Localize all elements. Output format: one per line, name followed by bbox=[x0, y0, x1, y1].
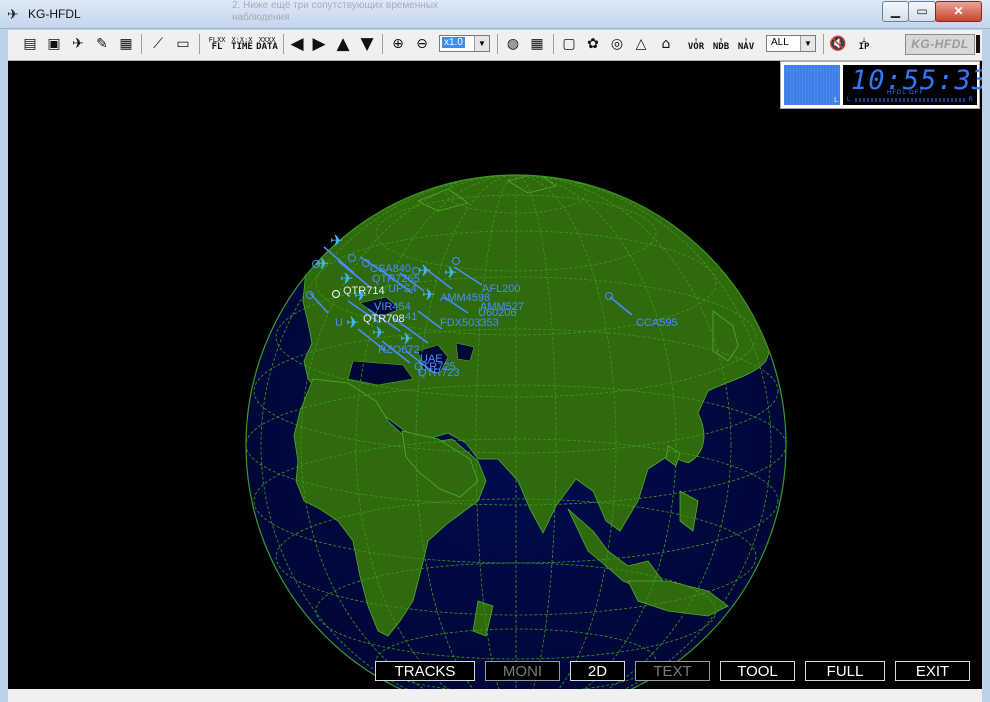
clock-display: 10:55:33 HFDL OFF L R bbox=[843, 65, 982, 105]
aircraft-icon[interactable]: ✈ bbox=[418, 261, 431, 281]
radio-icon[interactable]: ▭ bbox=[172, 33, 194, 55]
aircraft-icon[interactable]: ✈ bbox=[372, 323, 385, 343]
aircraft-label[interactable]: RZO672 bbox=[378, 344, 420, 356]
brand-logo: KG-HFDL bbox=[905, 34, 975, 55]
mute-icon[interactable]: 🔇 bbox=[828, 33, 848, 55]
hfdl-ground-station[interactable] bbox=[362, 259, 370, 267]
title-bar[interactable]: ✈ KG-HFDL 2. Ниже ещё три сопутствующих … bbox=[0, 0, 990, 29]
stations-icon[interactable]: ✿ bbox=[583, 33, 603, 55]
pan-down-icon[interactable]: ▼ bbox=[357, 33, 377, 55]
ndb-toggle[interactable]: ↑ NDB bbox=[710, 33, 732, 55]
chevron-down-icon: ▼ bbox=[800, 36, 815, 51]
toolbar-separator bbox=[382, 34, 383, 54]
zoom-in-icon[interactable]: ⊕ bbox=[388, 33, 408, 55]
aircraft-label[interactable]: QTR714 bbox=[343, 285, 385, 297]
globe-map[interactable] bbox=[8, 61, 982, 689]
hfdl-ground-station[interactable] bbox=[348, 254, 356, 262]
aircraft-label[interactable]: U bbox=[335, 317, 343, 329]
window-icon[interactable]: ▣ bbox=[44, 33, 64, 55]
minimize-button[interactable]: ▁ bbox=[882, 1, 909, 22]
aircraft-label[interactable]: CSA840 bbox=[370, 263, 411, 275]
full-button[interactable]: FULL bbox=[805, 661, 885, 681]
status-panel: L 10:55:33 HFDL OFF L R bbox=[780, 61, 982, 109]
toolbar-separator bbox=[141, 34, 142, 54]
2d-button[interactable]: 2D bbox=[570, 661, 625, 681]
aircraft-label[interactable]: FDX503353 bbox=[440, 317, 499, 329]
pan-right-icon[interactable]: ▶ bbox=[309, 33, 329, 55]
globe-icon[interactable]: ◍ bbox=[503, 33, 523, 55]
toolbar-separator bbox=[823, 34, 824, 54]
aircraft-label[interactable]: QTR723 bbox=[418, 367, 460, 379]
nav-toggle[interactable]: ↑ NAV bbox=[735, 33, 757, 55]
aircraft-label[interactable]: 41 bbox=[405, 311, 417, 323]
globe-viewport[interactable]: ✈ ✈ ✈ ✈ ✈ ✈ ✈ ✈ ✈ ✈ AFL200 AMM4598 AMM52… bbox=[8, 61, 982, 689]
filter-select[interactable]: ALL ▼ bbox=[766, 35, 816, 52]
time-toggle[interactable]: X:X:X TIME bbox=[230, 33, 254, 55]
aircraft-icon[interactable]: ✈ bbox=[330, 231, 343, 251]
aircraft-settings-icon[interactable]: ✈ bbox=[68, 33, 88, 55]
hfdl-ground-station[interactable] bbox=[306, 291, 314, 299]
brand-bar bbox=[976, 35, 980, 53]
aircraft-label[interactable]: QTR708 bbox=[363, 313, 405, 325]
exit-button[interactable]: EXIT bbox=[895, 661, 970, 681]
outline-icon[interactable]: ▢ bbox=[559, 33, 579, 55]
list-view-icon[interactable]: ▤ bbox=[20, 33, 40, 55]
aircraft-icon[interactable]: ✈ bbox=[422, 285, 435, 305]
edit-icon[interactable]: ✎ bbox=[92, 33, 112, 55]
text-button[interactable]: TEXT bbox=[635, 661, 710, 681]
zoom-select[interactable]: x1.0 ▼ bbox=[439, 35, 490, 52]
target-icon[interactable]: ◎ bbox=[607, 33, 627, 55]
clock-status: HFDL OFF bbox=[887, 90, 925, 96]
route-icon[interactable]: ⟋ bbox=[148, 33, 168, 55]
toolbar-separator bbox=[199, 34, 200, 54]
window-title: KG-HFDL bbox=[28, 7, 81, 21]
maximize-button[interactable]: ▭ bbox=[908, 1, 936, 22]
toolbar: ▤ ▣ ✈ ✎ ▦ ⟋ ▭ FLXX FL X:X:X TIME XXXX DATA … bbox=[8, 30, 982, 61]
aircraft-icon[interactable]: ✈ bbox=[346, 313, 359, 333]
chevron-down-icon: ▼ bbox=[474, 36, 489, 51]
vor-toggle[interactable]: ↑ VOR bbox=[685, 33, 707, 55]
tracks-button[interactable]: TRACKS bbox=[375, 661, 475, 681]
app-window: ✈ KG-HFDL 2. Ниже ещё три сопутствующих … bbox=[0, 0, 990, 702]
airplane-app-icon: ✈ bbox=[7, 6, 19, 22]
close-button[interactable]: ✕ bbox=[935, 1, 982, 22]
moni-button[interactable]: MONI bbox=[485, 661, 560, 681]
airport-icon[interactable]: ⌂ bbox=[655, 33, 677, 55]
aircraft-icon[interactable]: ✈ bbox=[316, 254, 329, 274]
monitor-icon[interactable]: ▦ bbox=[116, 33, 136, 55]
hfdl-ground-station[interactable] bbox=[332, 290, 340, 298]
toolbar-separator bbox=[553, 34, 554, 54]
aircraft-icon[interactable]: ✈ bbox=[444, 263, 457, 283]
data-toggle[interactable]: XXXX DATA bbox=[255, 33, 279, 55]
grid-icon[interactable]: ▦ bbox=[527, 33, 547, 55]
toolbar-separator bbox=[283, 34, 284, 54]
hfdl-ground-station[interactable] bbox=[605, 292, 613, 300]
flight-level-toggle[interactable]: FLXX FL bbox=[205, 33, 229, 55]
background-window-text: 2. Ниже ещё три сопутствующих временных … bbox=[232, 0, 439, 23]
pan-up-icon[interactable]: ▲ bbox=[333, 33, 353, 55]
toolbar-separator bbox=[497, 34, 498, 54]
spectrum-display: L bbox=[784, 65, 840, 105]
zoom-out-icon[interactable]: ⊖ bbox=[412, 33, 432, 55]
triangle-icon[interactable]: △ bbox=[631, 33, 651, 55]
aircraft-label[interactable]: CCA595 bbox=[636, 317, 678, 329]
status-bar bbox=[8, 689, 982, 702]
ip-toggle[interactable]: ⊥ IP bbox=[853, 33, 875, 55]
tool-button[interactable]: TOOL bbox=[720, 661, 795, 681]
pan-left-icon[interactable]: ◀ bbox=[287, 33, 307, 55]
level-meter: L R bbox=[847, 97, 973, 103]
aircraft-label[interactable]: UPS4 bbox=[388, 283, 417, 295]
